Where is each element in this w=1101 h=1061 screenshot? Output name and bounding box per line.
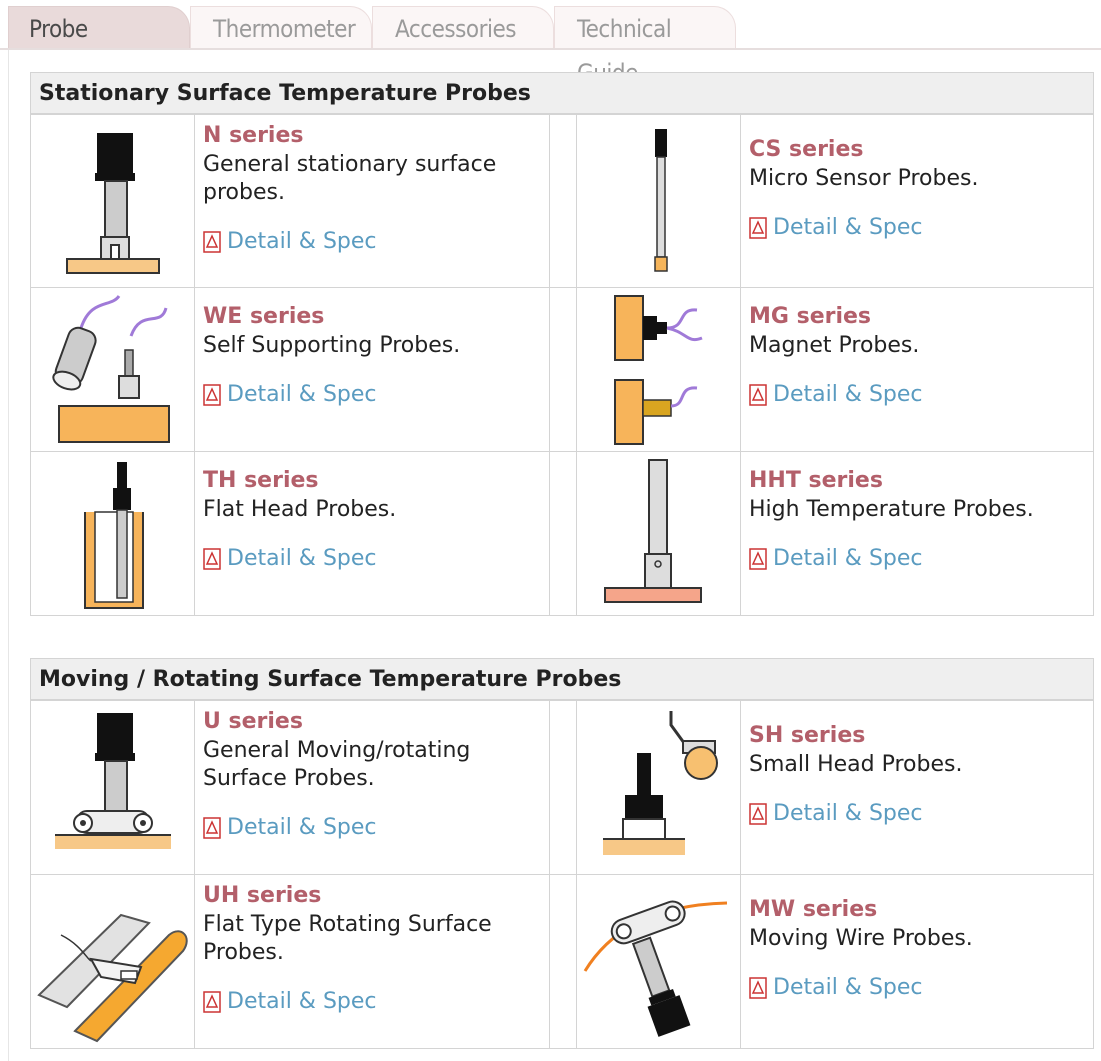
mw-series-probe-icon[interactable] [577,875,742,1050]
sh-series-probe-icon[interactable] [577,701,742,876]
series-description: High Temperature Probes. [749,497,1034,522]
tab-bar: Technical Guide Accessories Thermometer … [0,0,1101,87]
pdf-icon [749,802,767,825]
tab-technical-guide[interactable]: Technical Guide [554,6,736,87]
series-name[interactable]: SH series [749,723,865,748]
detail-spec-link[interactable]: Detail & Spec [203,546,377,571]
series-name[interactable]: MW series [749,897,877,922]
pdf-icon [749,976,767,999]
pdf-icon [203,990,221,1013]
detail-spec-link[interactable]: Detail & Spec [749,975,923,1000]
cs-series-probe-icon[interactable] [577,115,742,289]
hht-series-image-cell [576,451,741,616]
section-title: Stationary Surface Temperature Probes [30,72,1094,114]
sh-series-image-cell [576,700,741,875]
tab-probe[interactable]: Probe [8,6,190,48]
detail-spec-label: Detail & Spec [773,546,923,571]
detail-spec-label: Detail & Spec [227,989,377,1014]
u-series-info-cell: U series General Moving/rotating Surface… [194,700,550,875]
detail-spec-link[interactable]: Detail & Spec [749,382,923,407]
mg-series-image-cell [576,287,741,452]
series-description: General stationary surface probes. [203,152,497,205]
mw-series-image-cell [576,874,741,1049]
mg-series-probe-icon[interactable] [577,288,742,453]
detail-spec-label: Detail & Spec [773,975,923,1000]
pdf-icon [203,816,221,839]
n-series-image-cell [30,114,195,288]
detail-spec-label: Detail & Spec [227,546,377,571]
detail-spec-link[interactable]: Detail & Spec [203,815,377,840]
n-series-probe-icon[interactable] [31,115,196,289]
mg-series-info-cell: MG series Magnet Probes. Detail & Spec [740,287,1094,452]
detail-spec-link[interactable]: Detail & Spec [203,382,377,407]
mw-series-info-cell: MW series Moving Wire Probes. Detail & S… [740,874,1094,1049]
th-series-probe-icon[interactable] [31,452,196,617]
series-name[interactable]: N series [203,123,304,148]
we-series-probe-icon[interactable] [31,288,196,453]
we-series-image-cell [30,287,195,452]
n-series-info-cell: N series General stationary surface prob… [194,114,550,288]
series-name[interactable]: UH series [203,883,321,908]
series-description: Magnet Probes. [749,333,920,358]
series-description: Moving Wire Probes. [749,926,973,951]
series-name[interactable]: TH series [203,468,319,493]
tab-accessories[interactable]: Accessories [372,6,554,48]
column-gap [549,700,579,875]
sh-series-info-cell: SH series Small Head Probes. Detail & Sp… [740,700,1094,875]
series-description: Flat Head Probes. [203,497,397,522]
detail-spec-label: Detail & Spec [227,382,377,407]
series-name[interactable]: CS series [749,137,863,162]
series-name[interactable]: WE series [203,304,324,329]
detail-spec-label: Detail & Spec [227,815,377,840]
detail-spec-link[interactable]: Detail & Spec [749,801,923,826]
uh-series-info-cell: UH series Flat Type Rotating Surface Pro… [194,874,550,1049]
pdf-icon [203,383,221,406]
hht-series-info-cell: HHT series High Temperature Probes. Deta… [740,451,1094,616]
th-series-info-cell: TH series Flat Head Probes. Detail & Spe… [194,451,550,616]
pdf-icon [749,383,767,406]
series-name[interactable]: U series [203,709,303,734]
section-title: Moving / Rotating Surface Temperature Pr… [30,658,1094,700]
detail-spec-link[interactable]: Detail & Spec [203,229,377,254]
series-name[interactable]: MG series [749,304,871,329]
u-series-probe-icon[interactable] [31,701,196,876]
series-description: General Moving/rotating Surface Probes. [203,738,471,791]
detail-spec-label: Detail & Spec [227,229,377,254]
pdf-icon [749,547,767,570]
u-series-image-cell [30,700,195,875]
detail-spec-link[interactable]: Detail & Spec [203,989,377,1014]
series-description: Flat Type Rotating Surface Probes. [203,912,492,965]
pdf-icon [203,230,221,253]
uh-series-probe-icon[interactable] [31,875,196,1050]
column-gap [549,287,579,452]
detail-spec-link[interactable]: Detail & Spec [749,546,923,571]
detail-spec-label: Detail & Spec [773,382,923,407]
detail-spec-label: Detail & Spec [773,801,923,826]
pdf-icon [203,547,221,570]
series-name[interactable]: HHT series [749,468,883,493]
th-series-image-cell [30,451,195,616]
cs-series-image-cell [576,114,741,288]
column-gap [549,114,579,288]
pdf-icon [749,216,767,239]
detail-spec-link[interactable]: Detail & Spec [749,215,923,240]
column-gap [549,874,579,1049]
series-description: Self Supporting Probes. [203,333,461,358]
hht-series-probe-icon[interactable] [577,452,742,617]
we-series-info-cell: WE series Self Supporting Probes. Detail… [194,287,550,452]
series-description: Micro Sensor Probes. [749,166,979,191]
detail-spec-label: Detail & Spec [773,215,923,240]
series-description: Small Head Probes. [749,752,963,777]
cs-series-info-cell: CS series Micro Sensor Probes. Detail & … [740,114,1094,288]
uh-series-image-cell [30,874,195,1049]
column-gap [549,451,579,616]
tab-thermometer[interactable]: Thermometer [190,6,372,48]
